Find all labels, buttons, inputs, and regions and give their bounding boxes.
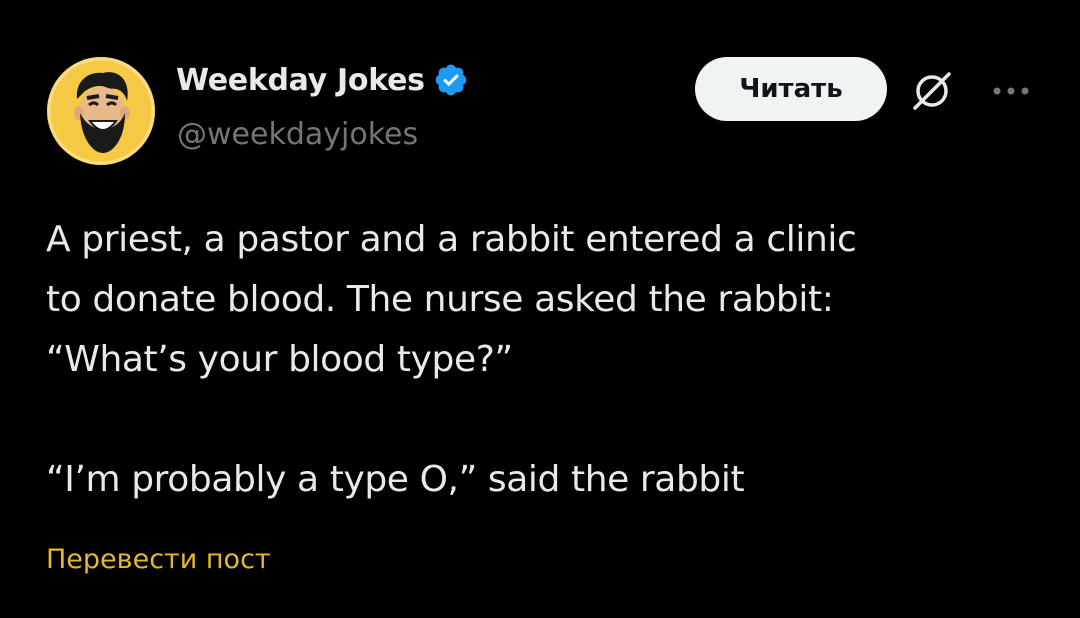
post-line: to donate blood. The nurse asked the rab… bbox=[46, 279, 834, 320]
slashed-circle-icon[interactable] bbox=[908, 66, 956, 114]
bearded-man-avatar-icon bbox=[47, 57, 155, 165]
more-dots-icon[interactable] bbox=[991, 82, 1031, 95]
post-line: “I’m probably a type O,” said the rabbit bbox=[46, 459, 745, 500]
author-handle[interactable]: @weekdayjokes bbox=[177, 117, 418, 152]
post-text: A priest, a pastor and a rabbit entered … bbox=[46, 210, 1046, 510]
author-name-row[interactable]: Weekday Jokes bbox=[176, 62, 469, 98]
author-display-name[interactable]: Weekday Jokes bbox=[176, 63, 425, 98]
verified-badge-icon bbox=[433, 62, 469, 98]
post-line: A priest, a pastor and a rabbit entered … bbox=[46, 219, 857, 260]
follow-button[interactable]: Читать bbox=[695, 57, 887, 121]
post-line: “What’s your blood type?” bbox=[46, 339, 513, 380]
translate-post-link[interactable]: Перевести пост bbox=[46, 544, 271, 575]
tweet: Weekday Jokes @weekdayjokes Читать A pri… bbox=[0, 0, 1080, 618]
author-avatar[interactable] bbox=[47, 57, 155, 165]
